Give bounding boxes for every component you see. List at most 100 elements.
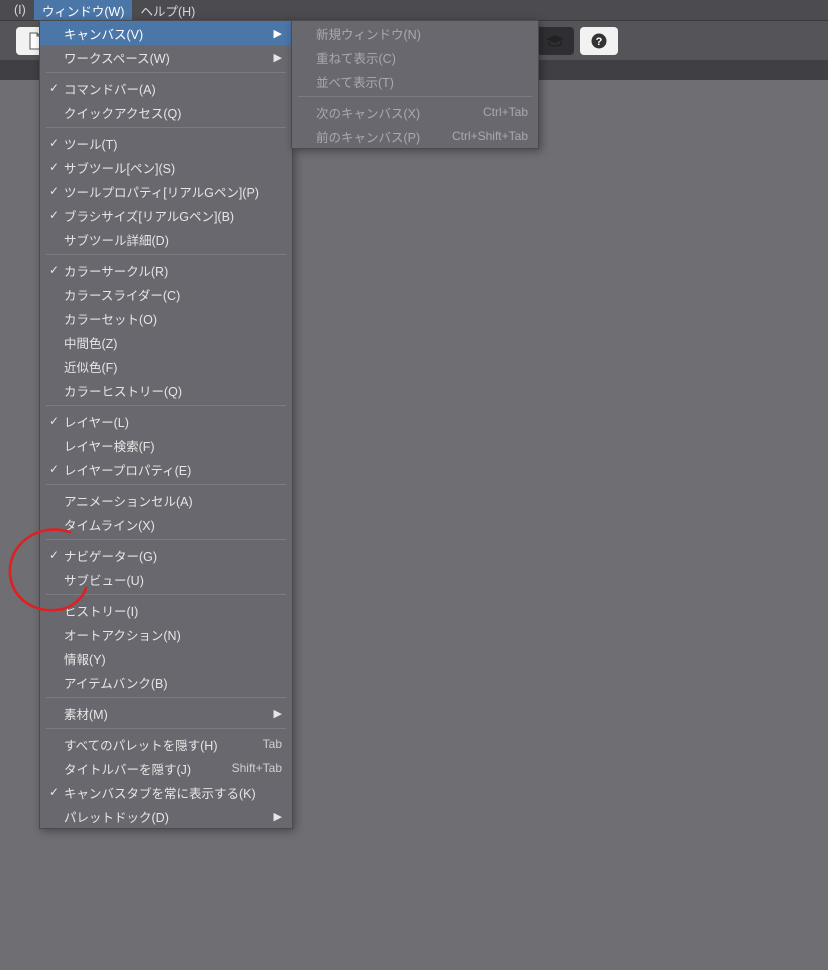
canvas-submenu-item: 重ねて表示(C) bbox=[292, 45, 538, 69]
menu-item-label: ツールプロパティ[リアルGペン](P) bbox=[64, 182, 282, 201]
menu-item-shortcut: Shift+Tab bbox=[232, 761, 282, 775]
menu-item-help[interactable]: ヘルプ(H) bbox=[132, 0, 203, 20]
toolbar-graduation-icon[interactable] bbox=[536, 27, 574, 55]
menu-item-label: 新規ウィンドウ(N) bbox=[316, 24, 528, 43]
menu-item-label: ヒストリー(I) bbox=[64, 601, 282, 620]
window-menu-item[interactable]: ✓キャンバスタブを常に表示する(K) bbox=[40, 780, 292, 804]
chevron-right-icon: ▶ bbox=[270, 810, 282, 823]
toolbar-help-icon[interactable]: ? bbox=[580, 27, 618, 55]
window-menu-item[interactable]: ✓レイヤープロパティ(E) bbox=[40, 457, 292, 481]
canvas-submenu-item: 新規ウィンドウ(N) bbox=[292, 21, 538, 45]
window-menu-item[interactable]: カラーヒストリー(Q) bbox=[40, 378, 292, 402]
menu-item-label: タイムライン(X) bbox=[64, 515, 282, 534]
menu-item-label: クイックアクセス(Q) bbox=[64, 103, 282, 122]
window-menu-item[interactable]: オートアクション(N) bbox=[40, 622, 292, 646]
menu-item-label: サブビュー(U) bbox=[64, 570, 282, 589]
window-menu-item[interactable]: ✓コマンドバー(A) bbox=[40, 76, 292, 100]
menu-item-label: ツール(T) bbox=[64, 134, 282, 153]
chevron-right-icon: ▶ bbox=[270, 27, 282, 40]
window-menu-item[interactable]: サブビュー(U) bbox=[40, 567, 292, 591]
menu-item-label: アニメーションセル(A) bbox=[64, 491, 282, 510]
window-menu-item[interactable]: カラーセット(O) bbox=[40, 306, 292, 330]
menu-item-label: レイヤー検索(F) bbox=[64, 436, 282, 455]
menu-item-label: 前のキャンバス(P) bbox=[316, 127, 434, 146]
window-menu-item[interactable]: 情報(Y) bbox=[40, 646, 292, 670]
menu-item-label: ナビゲーター(G) bbox=[64, 546, 282, 565]
window-menu-item[interactable]: クイックアクセス(Q) bbox=[40, 100, 292, 124]
svg-text:?: ? bbox=[596, 36, 603, 48]
window-menu-item[interactable]: ワークスペース(W)▶ bbox=[40, 45, 292, 69]
menubar: (I) ウィンドウ(W) ヘルプ(H) bbox=[0, 0, 828, 21]
menu-item-label: カラーセット(O) bbox=[64, 309, 282, 328]
window-menu-item[interactable]: 近似色(F) bbox=[40, 354, 292, 378]
window-menu-item[interactable]: アニメーションセル(A) bbox=[40, 488, 292, 512]
window-menu-item[interactable]: すべてのパレットを隠す(H) Tab bbox=[40, 732, 292, 756]
window-menu-item[interactable]: ✓ツール(T) bbox=[40, 131, 292, 155]
window-menu-dropdown: キャンバス(V)▶ワークスペース(W)▶✓コマンドバー(A)クイックアクセス(Q… bbox=[39, 20, 293, 829]
menu-item-window[interactable]: ウィンドウ(W) bbox=[34, 0, 133, 20]
menu-item-label: レイヤー(L) bbox=[64, 412, 282, 431]
menu-separator bbox=[46, 72, 286, 73]
menu-item-shortcut: Ctrl+Tab bbox=[483, 105, 528, 119]
menu-separator bbox=[298, 96, 532, 97]
menu-item-label: パレットドック(D) bbox=[64, 807, 270, 826]
menu-item-label: キャンバス(V) bbox=[64, 24, 270, 43]
menu-separator bbox=[46, 697, 286, 698]
menu-separator bbox=[46, 254, 286, 255]
window-menu-item[interactable]: ✓ブラシサイズ[リアルGペン](B) bbox=[40, 203, 292, 227]
menu-item-label: オートアクション(N) bbox=[64, 625, 282, 644]
window-menu-item[interactable]: ✓ツールプロパティ[リアルGペン](P) bbox=[40, 179, 292, 203]
window-menu-item[interactable]: パレットドック(D)▶ bbox=[40, 804, 292, 828]
check-icon: ✓ bbox=[44, 548, 64, 562]
window-menu-item[interactable]: タイムライン(X) bbox=[40, 512, 292, 536]
chevron-right-icon: ▶ bbox=[270, 707, 282, 720]
canvas-submenu-item: 次のキャンバス(X)Ctrl+Tab bbox=[292, 100, 538, 124]
chevron-right-icon: ▶ bbox=[270, 51, 282, 64]
window-menu-item[interactable]: 素材(M)▶ bbox=[40, 701, 292, 725]
window-menu-item[interactable]: ✓レイヤー(L) bbox=[40, 409, 292, 433]
window-menu-item[interactable]: ヒストリー(I) bbox=[40, 598, 292, 622]
check-icon: ✓ bbox=[44, 160, 64, 174]
check-icon: ✓ bbox=[44, 81, 64, 95]
menu-item-label: タイトルバーを隠す(J) bbox=[64, 759, 214, 778]
menu-item-label: コマンドバー(A) bbox=[64, 79, 282, 98]
window-menu-item[interactable]: アイテムバンク(B) bbox=[40, 670, 292, 694]
window-menu-item[interactable]: ✓カラーサークル(R) bbox=[40, 258, 292, 282]
menu-item-label: サブツール詳細(D) bbox=[64, 230, 282, 249]
check-icon: ✓ bbox=[44, 414, 64, 428]
menu-separator bbox=[46, 405, 286, 406]
menu-separator bbox=[46, 594, 286, 595]
window-menu-item[interactable]: ✓ナビゲーター(G) bbox=[40, 543, 292, 567]
window-menu-item[interactable]: サブツール詳細(D) bbox=[40, 227, 292, 251]
menu-item-label: カラーサークル(R) bbox=[64, 261, 282, 280]
menu-item-label: ブラシサイズ[リアルGペン](B) bbox=[64, 206, 282, 225]
menu-item-label: キャンバスタブを常に表示する(K) bbox=[64, 783, 282, 802]
check-icon: ✓ bbox=[44, 208, 64, 222]
menu-item-label: アイテムバンク(B) bbox=[64, 673, 282, 692]
menu-item-i[interactable]: (I) bbox=[6, 0, 34, 20]
check-icon: ✓ bbox=[44, 785, 64, 799]
menu-separator bbox=[46, 539, 286, 540]
menu-separator bbox=[46, 484, 286, 485]
graduation-cap-icon bbox=[545, 34, 565, 48]
check-icon: ✓ bbox=[44, 263, 64, 277]
menu-item-label: カラーヒストリー(Q) bbox=[64, 381, 282, 400]
menu-item-label: 並べて表示(T) bbox=[316, 72, 528, 91]
menu-item-label: すべてのパレットを隠す(H) bbox=[64, 735, 245, 754]
menu-item-label: サブツール[ペン](S) bbox=[64, 158, 282, 177]
menu-item-shortcut: Tab bbox=[263, 737, 282, 751]
menu-separator bbox=[46, 728, 286, 729]
window-menu-item[interactable]: タイトルバーを隠す(J) Shift+Tab bbox=[40, 756, 292, 780]
window-menu-item[interactable]: カラースライダー(C) bbox=[40, 282, 292, 306]
check-icon: ✓ bbox=[44, 184, 64, 198]
window-menu-item[interactable]: ✓サブツール[ペン](S) bbox=[40, 155, 292, 179]
menu-item-label: 中間色(Z) bbox=[64, 333, 282, 352]
canvas-submenu-item: 前のキャンバス(P)Ctrl+Shift+Tab bbox=[292, 124, 538, 148]
check-icon: ✓ bbox=[44, 136, 64, 150]
window-menu-item[interactable]: レイヤー検索(F) bbox=[40, 433, 292, 457]
window-menu-item[interactable]: 中間色(Z) bbox=[40, 330, 292, 354]
left-rail bbox=[2, 60, 26, 970]
check-icon: ✓ bbox=[44, 462, 64, 476]
window-menu-item[interactable]: キャンバス(V)▶ bbox=[40, 21, 292, 45]
menu-item-label: カラースライダー(C) bbox=[64, 285, 282, 304]
